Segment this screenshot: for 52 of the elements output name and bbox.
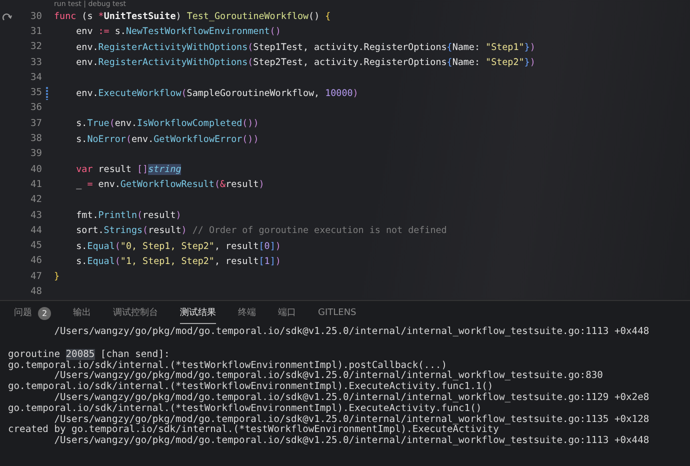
count-badge: 2: [38, 307, 51, 320]
panel-tab[interactable]: 问题 2: [14, 304, 51, 324]
line-number: 42: [30, 194, 42, 206]
output-line: go.temporal.io/sdk/internal.(*testWorkflowEnvironmentImpl).ExecuteActivity.func1(): [8, 404, 483, 414]
code-line: env.ExecuteWorkflow(SampleGoroutineWorkflow, 10000): [76, 86, 358, 100]
line-number: 47: [30, 270, 42, 283]
code-line: func (s *UnitTestSuite) Test_GoroutineWorkflow() {: [54, 10, 331, 24]
line-number: 30: [30, 10, 42, 23]
code-line: var result []string: [76, 163, 182, 176]
code-line: s.Equal("0, Step1, Step2", result[0]): [76, 240, 281, 253]
line-number: 48: [30, 286, 42, 298]
code-line: s.True(env.IsWorkflowCompleted()): [76, 117, 259, 130]
output-line: /Users/wangzy/go/pkg/mod/go.temporal.io/sdk@v1.25.0/internal/internal_workflow_testsuite.go:1113 +0x448: [54, 436, 650, 447]
panel-tab[interactable]: 调试控制台: [113, 304, 158, 324]
panel-tab[interactable]: 端口: [278, 304, 296, 324]
line-number: 31: [30, 26, 42, 38]
output-line: go.temporal.io/sdk/internal.(*testWorkflowEnvironmentImpl).ExecuteActivity.func1.1(): [8, 382, 494, 392]
output-line: /Users/wangzy/go/pkg/mod/go.temporal.io/sdk@v1.25.0/internal/internal_workflow_testsuite.go:830: [54, 371, 604, 382]
line-number: 36: [30, 102, 42, 114]
line-number: 43: [30, 210, 42, 222]
line-number: 41: [30, 178, 42, 191]
line-number: 40: [30, 164, 42, 176]
output-line: goroutine 20085 [chan send]:: [8, 350, 170, 360]
output-line: go.temporal.io/sdk/internal.(*testWorkflowEnvironmentImpl).postCallback(...): [8, 360, 447, 371]
run-test-icon[interactable]: [2, 12, 12, 22]
line-number: 33: [30, 56, 42, 69]
panel-tab[interactable]: 测试结果: [180, 304, 216, 324]
output-line: /Users/wangzy/go/pkg/mod/go.temporal.io/sdk@v1.25.0/internal/internal_workflow_testsuite.go:1135 +0x128: [54, 414, 650, 425]
line-number: 45: [30, 240, 42, 252]
line-number: 46: [30, 255, 42, 268]
code-line: env := s.NewTestWorkflowEnvironment(): [76, 25, 281, 38]
output-line: created by go.temporal.io/sdk/internal.(*testWorkflowEnvironmentImpl).ExecuteActivity: [8, 425, 499, 436]
line-number: 38: [30, 133, 42, 146]
line-number: 32: [30, 41, 42, 54]
output-line: /Users/wangzy/go/pkg/mod/go.temporal.io/sdk@v1.25.0/internal/internal_workflow_testsuite.go:1113 +0x448: [54, 327, 650, 338]
line-number: 39: [30, 148, 42, 160]
code-line: _ = env.GetWorkflowResult(&result): [76, 178, 264, 192]
panel-tab[interactable]: GITLENS: [318, 304, 356, 324]
output-line: /Users/wangzy/go/pkg/mod/go.temporal.io/sdk@v1.25.0/internal/internal_workflow_testsuite.go:1129 +0x2e8: [54, 392, 650, 404]
line-number: 34: [30, 72, 42, 84]
code-line: sort.Strings(result) // Order of goroutine execution is not defined: [76, 224, 447, 238]
code-line: }: [54, 270, 60, 284]
code-line: env.RegisterActivityWithOptions(Step2Test, activity.RegisterOptions{Name: "Step2"}): [76, 56, 536, 70]
code-line: env.RegisterActivityWithOptions(Step1Test, activity.RegisterOptions{Name: "Step1"}): [76, 40, 536, 54]
line-number: 37: [30, 118, 42, 130]
panel-tab[interactable]: 输出: [73, 304, 91, 324]
code-line: fmt.Println(result): [76, 209, 182, 222]
code-line: s.Equal("1, Step1, Step2", result[1]): [76, 254, 281, 268]
line-number: 35: [30, 87, 42, 100]
line-number: 44: [30, 224, 42, 237]
panel-tab[interactable]: 终端: [238, 304, 256, 324]
code-line: s.NoError(env.GetWorkflowError()): [76, 132, 259, 146]
